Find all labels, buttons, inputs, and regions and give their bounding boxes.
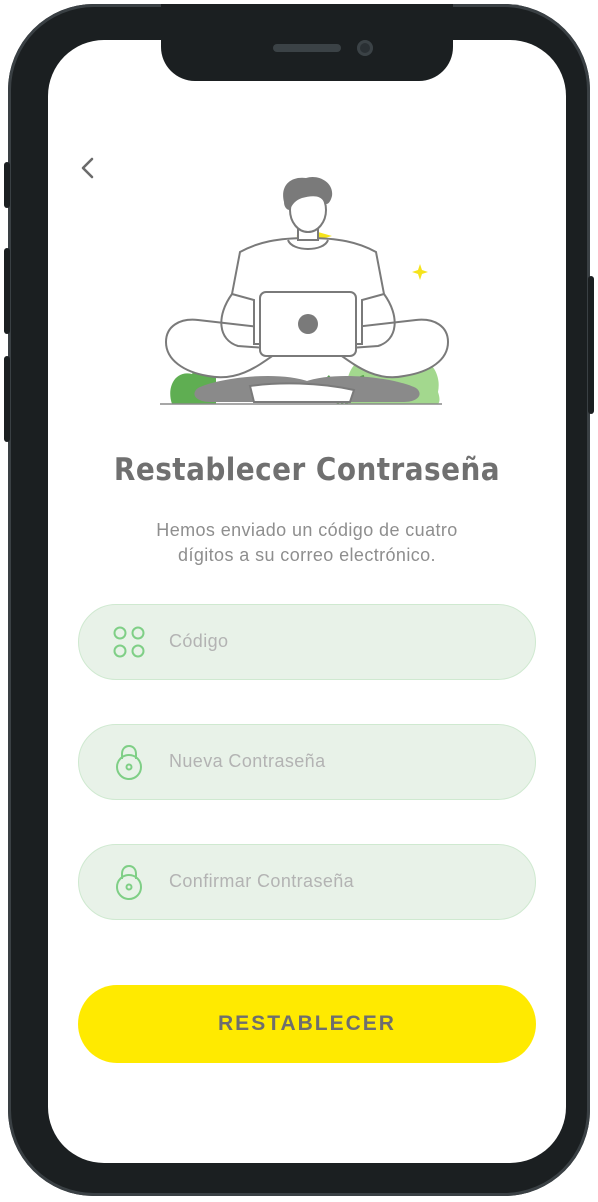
phone-frame: Restablecer Contraseña Hemos enviado un … [4,4,594,1196]
mute-switch [4,162,10,208]
chevron-left-icon [81,157,94,179]
volume-down-button [4,356,10,442]
screen: Restablecer Contraseña Hemos enviado un … [48,40,566,1163]
power-button [588,276,594,414]
instructions-line-2: dígitos a su correo electrónico. [178,545,436,565]
back-button[interactable] [76,152,100,184]
instructions-line-1: Hemos enviado un código de cuatro [156,520,458,540]
confirm-password-input[interactable]: Confirmar Contraseña [78,844,536,920]
volume-up-button [4,248,10,334]
confirm-password-placeholder: Confirmar Contraseña [169,871,355,891]
instructions-text: Hemos enviado un código de cuatro dígito… [118,518,496,568]
code-placeholder: Código [169,631,229,651]
new-password-placeholder: Nueva Contraseña [169,751,326,771]
four-dots-icon [113,626,145,658]
reset-button[interactable]: RESTABLECER [78,985,536,1063]
speaker-grille [273,44,341,52]
notch [161,4,453,81]
lock-icon [116,864,142,900]
new-password-input[interactable]: Nueva Contraseña [78,724,536,800]
code-input[interactable]: Código [78,604,536,680]
lock-icon [116,744,142,780]
person-laptop-illustration [160,176,450,405]
front-camera [357,40,373,56]
page-title: Restablecer Contraseña [113,452,501,488]
